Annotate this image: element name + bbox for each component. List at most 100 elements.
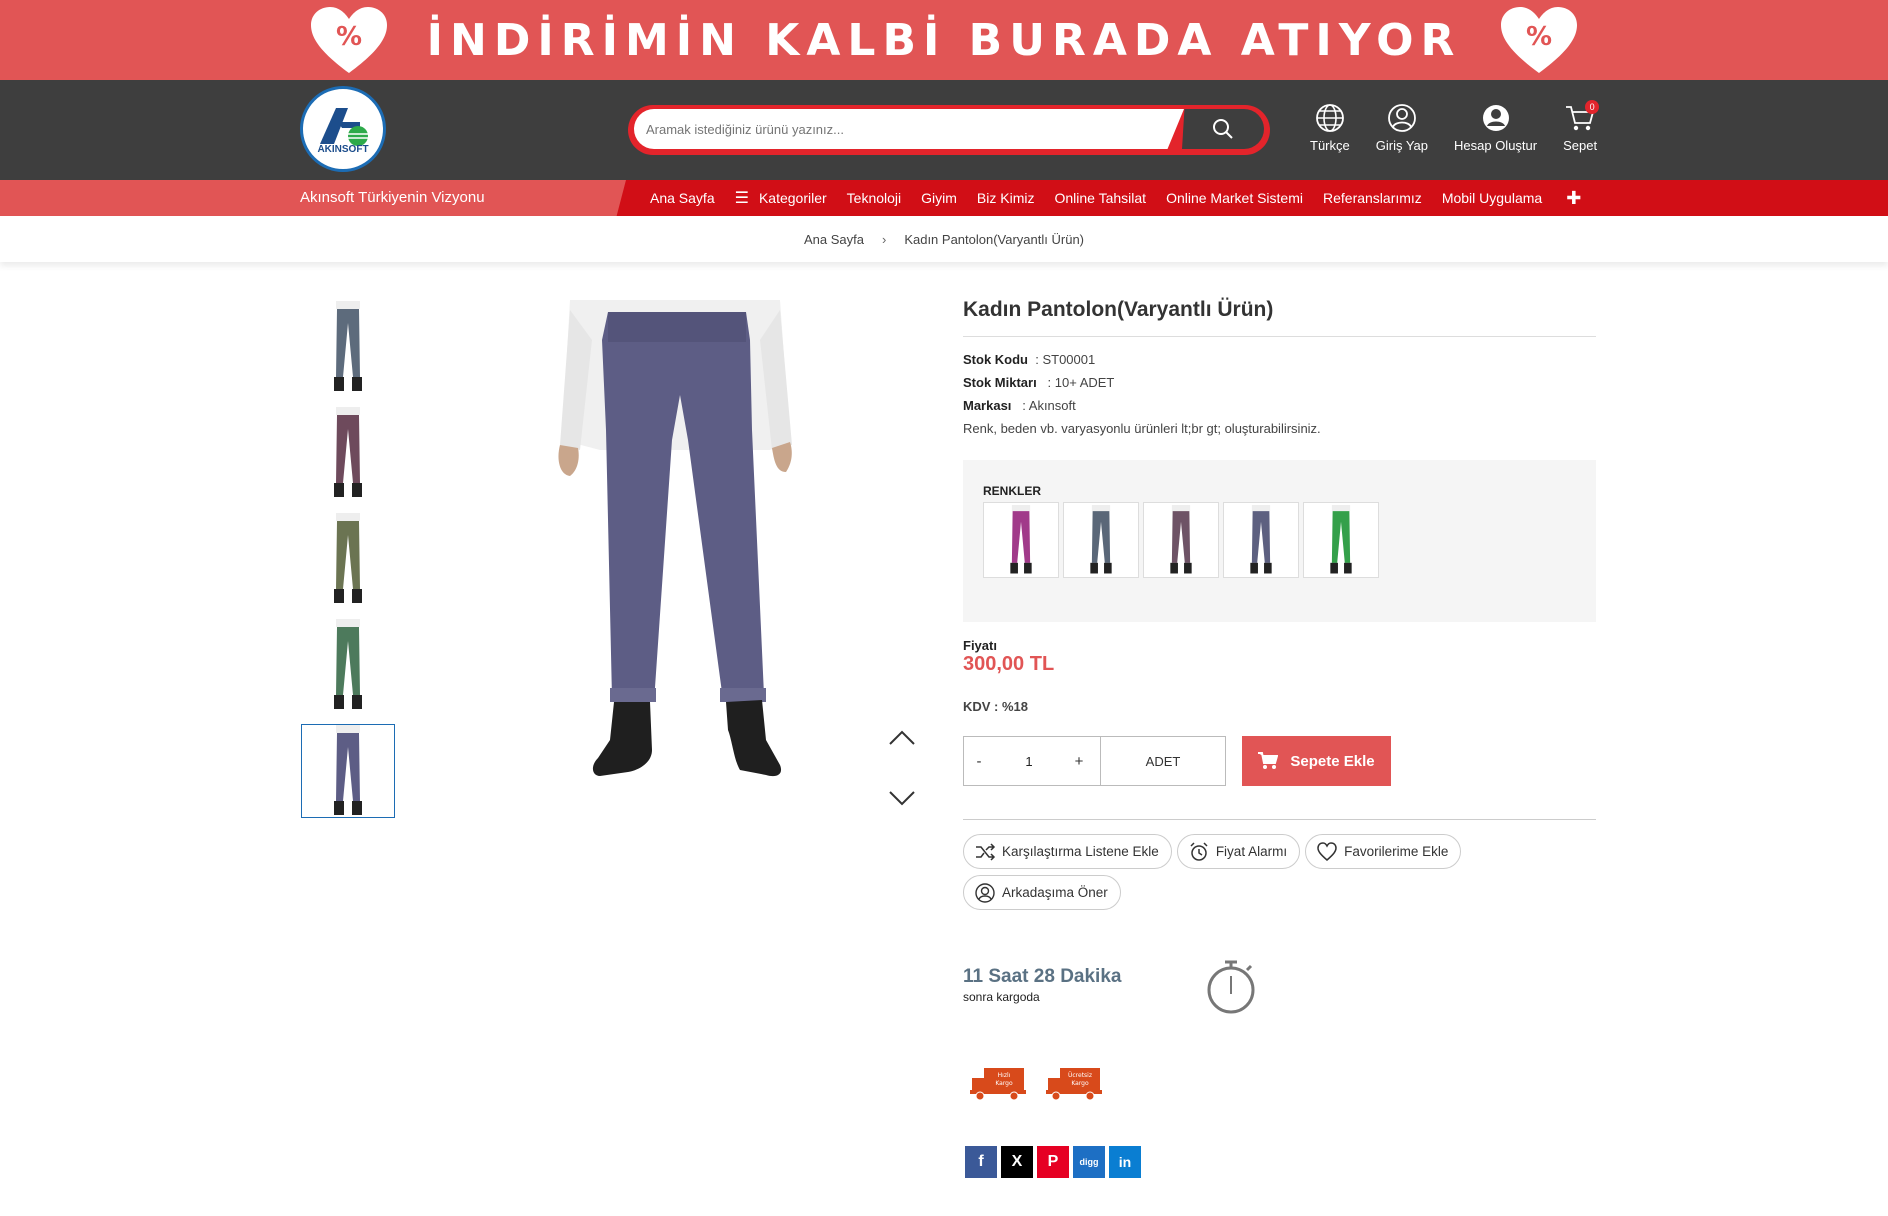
- pants-image: [1090, 505, 1112, 574]
- language-selector[interactable]: Türkçe: [1310, 102, 1350, 153]
- stock-qty-value: : 10+ ADET: [1047, 375, 1115, 390]
- breadcrumb-current: Kadın Pantolon(Varyantlı Ürün): [904, 231, 1085, 247]
- nav-slogan: Akınsoft Türkiyenin Vizyonu: [300, 189, 485, 206]
- brand-logo[interactable]: AKINSOFT: [300, 86, 386, 172]
- pinterest-icon: P: [1047, 1153, 1059, 1170]
- pants-image: [334, 725, 362, 815]
- user-outline-icon: [1387, 104, 1416, 132]
- pants-image: [558, 300, 792, 777]
- pants-image: [334, 513, 362, 603]
- svg-text:Kargo: Kargo: [1071, 1080, 1089, 1087]
- nav-item-categories[interactable]: ☰ Kategoriler: [735, 188, 827, 208]
- product-main-image[interactable]: [540, 300, 840, 810]
- brand-row: Markası : Akınsoft: [963, 394, 1321, 417]
- color-swatch[interactable]: [1063, 502, 1139, 578]
- product-thumbnail-selected[interactable]: [301, 724, 395, 818]
- svg-text:%: %: [1526, 22, 1552, 52]
- nav-item-clothing[interactable]: Giyim: [921, 190, 957, 206]
- pants-image: [1330, 505, 1352, 574]
- variant-selector: RENKLER: [963, 460, 1596, 622]
- recommend-button[interactable]: Arkadaşıma Öner: [963, 875, 1121, 910]
- chevron-up-icon[interactable]: [888, 728, 916, 748]
- color-swatch[interactable]: [1223, 502, 1299, 578]
- product-meta: Stok Kodu : ST00001 Stok Miktarı : 10+ A…: [963, 348, 1321, 440]
- quantity-increase-button[interactable]: +: [1064, 753, 1094, 770]
- svg-text:Kargo: Kargo: [995, 1080, 1013, 1087]
- nav-item-mobile-app[interactable]: Mobil Uygulama: [1442, 190, 1542, 206]
- nav-item-online-payment[interactable]: Online Tahsilat: [1054, 190, 1146, 206]
- svg-text:Hızlı: Hızlı: [998, 1072, 1011, 1079]
- price-label: Fiyatı: [963, 638, 997, 653]
- product-thumbnail[interactable]: [301, 300, 395, 394]
- search-bar: [628, 105, 1270, 155]
- product-actions: Karşılaştırma Listene Ekle Fiyat Alarmı …: [963, 834, 1483, 916]
- search-button[interactable]: [1182, 109, 1264, 149]
- product-price: 300,00 TL: [963, 653, 1055, 675]
- pinterest-share-button[interactable]: P: [1037, 1146, 1069, 1178]
- quantity-decrease-button[interactable]: -: [964, 753, 994, 770]
- search-icon: [1213, 119, 1233, 139]
- login-link[interactable]: Giriş Yap: [1376, 102, 1428, 153]
- quantity-input[interactable]: [994, 753, 1064, 769]
- product-description: Renk, beden vb. varyasyonlu ürünleri lt;…: [963, 421, 1321, 436]
- shipping-countdown-suffix: sonra kargoda: [963, 990, 1040, 1004]
- pants-image: [334, 619, 362, 709]
- search-input[interactable]: [634, 109, 1184, 149]
- brand-value: : Akınsoft: [1022, 398, 1076, 413]
- price-alarm-button[interactable]: Fiyat Alarmı: [1176, 834, 1301, 869]
- product-thumbnail[interactable]: [301, 618, 395, 712]
- nav-item-technology[interactable]: Teknoloji: [847, 190, 901, 206]
- x-icon: X: [1011, 1153, 1023, 1170]
- x-share-button[interactable]: X: [1001, 1146, 1033, 1178]
- breadcrumb-home[interactable]: Ana Sayfa: [804, 232, 864, 247]
- user-filled-icon: [1482, 105, 1509, 131]
- pants-image: [334, 301, 362, 391]
- heart-icon: [1317, 841, 1337, 861]
- breadcrumb-separator: ›: [881, 231, 887, 247]
- stock-code-label: Stok Kodu: [963, 352, 1028, 367]
- color-swatch[interactable]: [983, 502, 1059, 578]
- divider: [963, 819, 1596, 820]
- favorites-button[interactable]: Favorilerime Ekle: [1305, 834, 1462, 869]
- promo-banner[interactable]: % İNDİRİMİN KALBİ BURADA ATIYOR %: [0, 0, 1888, 80]
- social-share: f X P digg in: [965, 1146, 1145, 1178]
- stock-qty-label: Stok Miktarı: [963, 375, 1037, 390]
- logo-text: AKINSOFT: [317, 143, 369, 155]
- color-swatch[interactable]: [1303, 502, 1379, 578]
- digg-share-button[interactable]: digg: [1073, 1146, 1105, 1178]
- product-thumbnail[interactable]: [301, 512, 395, 606]
- quantity-unit: ADET: [1145, 753, 1181, 769]
- cart-link[interactable]: 0 Sepet: [1563, 100, 1600, 153]
- nav-item-about[interactable]: Biz Kimiz: [977, 190, 1035, 206]
- add-to-cart-label: Sepete Ekle: [1290, 752, 1375, 770]
- linkedin-share-button[interactable]: in: [1109, 1146, 1141, 1178]
- compare-button[interactable]: Karşılaştırma Listene Ekle: [963, 834, 1172, 869]
- free-shipping-truck-icon: ÜcretsizKargo: [1046, 1068, 1102, 1101]
- divider: [963, 336, 1596, 337]
- heart-percent-icon: %: [1499, 5, 1579, 75]
- thumbnail-list: [301, 300, 395, 830]
- svg-text:Ücretsiz: Ücretsiz: [1068, 1072, 1092, 1079]
- nav-item-home[interactable]: Ana Sayfa: [650, 190, 715, 206]
- svg-text:%: %: [336, 22, 362, 52]
- facebook-share-button[interactable]: f: [965, 1146, 997, 1178]
- register-link[interactable]: Hesap Oluştur: [1454, 102, 1537, 153]
- favorites-label: Favorilerime Ekle: [1344, 844, 1449, 859]
- globe-icon: [1315, 104, 1344, 132]
- variant-label: RENKLER: [983, 484, 1042, 498]
- nav-item-categories-label: Kategoriler: [758, 190, 827, 206]
- brand-label: Markası: [963, 398, 1012, 413]
- price-alarm-label: Fiyat Alarmı: [1215, 844, 1288, 859]
- product-thumbnail[interactable]: [301, 406, 395, 500]
- quantity-stepper: - + ADET: [963, 736, 1226, 786]
- main-nav: Akınsoft Türkiyenin Vizyonu Ana Sayfa ☰ K…: [0, 180, 1888, 216]
- nav-more-icon[interactable]: ✚: [1566, 188, 1581, 209]
- menu-icon: ☰: [734, 190, 749, 207]
- nav-item-online-market[interactable]: Online Market Sistemi: [1166, 190, 1303, 206]
- nav-item-references[interactable]: Referanslarımız: [1323, 190, 1422, 206]
- chevron-down-icon[interactable]: [888, 788, 916, 808]
- breadcrumb: Ana Sayfa › Kadın Pantolon(Varyantlı Ürü…: [0, 216, 1888, 262]
- add-to-cart-button[interactable]: Sepete Ekle: [1242, 736, 1391, 786]
- color-swatch[interactable]: [1143, 502, 1219, 578]
- stopwatch-icon: [1207, 960, 1255, 1014]
